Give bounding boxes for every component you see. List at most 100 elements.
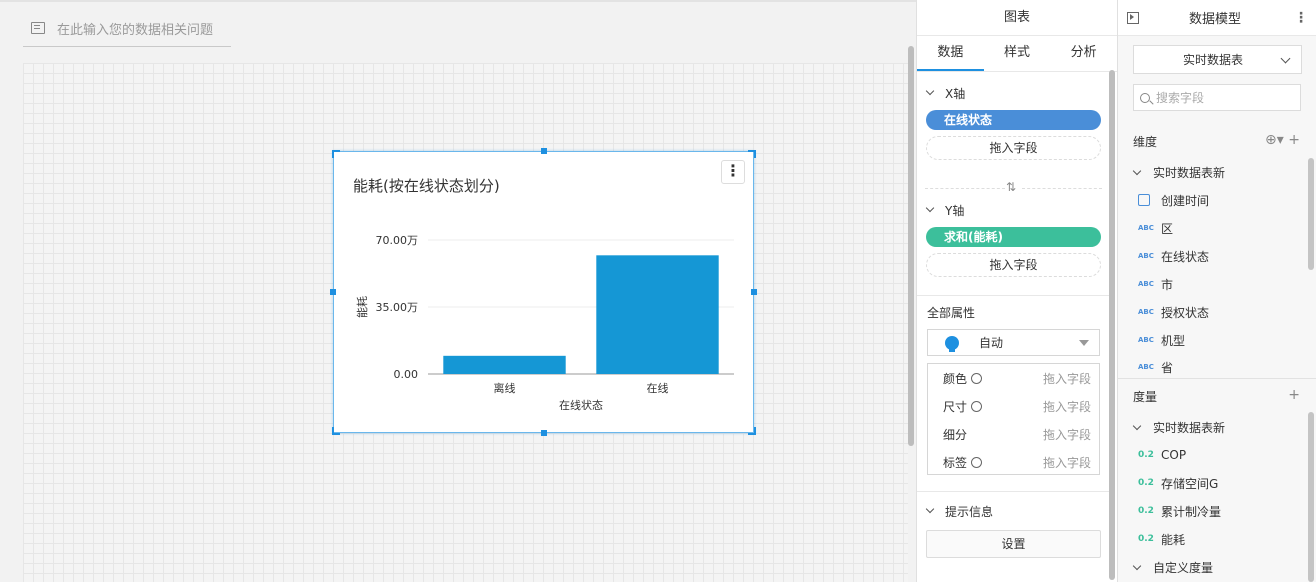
prop-drop-hint[interactable]: 拖入字段 bbox=[1043, 454, 1091, 471]
prop-drop-hint[interactable]: 拖入字段 bbox=[1043, 426, 1091, 443]
add-icon[interactable]: + bbox=[1288, 387, 1300, 403]
section-divider bbox=[917, 295, 1109, 296]
prop-drop-hint[interactable]: 拖入字段 bbox=[1043, 398, 1091, 415]
canvas-area: 在此输入您的数据相关问题 能耗(按在线状态划分) ⋮ 0.00 35.00万 70.… bbox=[0, 0, 916, 582]
corner-handle[interactable] bbox=[748, 150, 756, 158]
section-divider bbox=[917, 491, 1109, 492]
gear-icon[interactable] bbox=[971, 456, 983, 468]
text-type-icon: ABC bbox=[1138, 252, 1154, 260]
x-tick-label: 在线 bbox=[647, 381, 669, 395]
tooltip-settings-button[interactable]: 设置 bbox=[926, 530, 1101, 558]
resize-handle[interactable] bbox=[751, 289, 757, 295]
x-axis-drop-zone[interactable]: 拖入字段 bbox=[926, 136, 1101, 160]
x-axis-field-pill[interactable]: 在线状态 bbox=[926, 110, 1101, 130]
number-type-icon: 0.2 bbox=[1138, 450, 1154, 460]
gear-icon[interactable] bbox=[971, 372, 983, 384]
dimensions-header: 维度 ⊕▾ + bbox=[1118, 131, 1310, 151]
swap-vertical-icon[interactable]: ⇅ bbox=[1006, 180, 1016, 194]
prop-row-label[interactable]: 标签 拖入字段 bbox=[928, 448, 1099, 476]
bar bbox=[596, 255, 719, 374]
all-properties-label: 全部属性 bbox=[927, 306, 976, 320]
properties-box: 颜色 拖入字段 尺寸 拖入字段 细分 拖入字段 标签 拖入字段 bbox=[927, 363, 1100, 475]
chart-card[interactable]: 能耗(按在线状态划分) ⋮ 0.00 35.00万 70.00万 离线 在线 在线状态 能耗 bbox=[330, 148, 757, 436]
y-axis-field-pill[interactable]: 求和(能耗) bbox=[926, 227, 1101, 247]
tooltip-header[interactable]: 提示信息 bbox=[917, 500, 1109, 522]
y-axis-drop-zone[interactable]: 拖入字段 bbox=[926, 253, 1101, 277]
tab-style[interactable]: 样式 bbox=[984, 36, 1051, 71]
x-axis-label: X轴 bbox=[945, 86, 966, 101]
divider-line bbox=[1022, 188, 1102, 189]
x-axis-title: 在线状态 bbox=[559, 398, 603, 412]
lightbulb-icon bbox=[945, 335, 959, 352]
table-select[interactable]: 实时数据表 bbox=[1133, 45, 1302, 74]
measure-group-custom[interactable]: 自定义度量 bbox=[1132, 559, 1214, 576]
field-name: 授权状态 bbox=[1161, 305, 1210, 320]
field-item[interactable]: ABC 省 bbox=[1138, 358, 1173, 376]
field-item[interactable]: 0.2 累计制冷量 bbox=[1138, 501, 1221, 521]
question-placeholder[interactable]: 在此输入您的数据相关问题 bbox=[57, 19, 213, 38]
panel-title: 图表 bbox=[917, 0, 1117, 36]
corner-handle[interactable] bbox=[332, 150, 340, 158]
bar bbox=[443, 355, 566, 374]
y-axis-header[interactable]: Y轴 bbox=[917, 199, 1109, 221]
prop-row-detail[interactable]: 细分 拖入字段 bbox=[928, 420, 1099, 448]
corner-handle[interactable] bbox=[748, 427, 756, 435]
question-bar[interactable]: 在此输入您的数据相关问题 bbox=[23, 10, 231, 47]
field-name: 区 bbox=[1161, 221, 1174, 236]
field-item[interactable]: ABC 授权状态 bbox=[1138, 302, 1209, 322]
field-search-input[interactable] bbox=[1156, 90, 1286, 105]
chart-config-panel: 图表 数据 样式 分析 X轴 在线状态 拖入字段 ⇅ Y轴 求和(能耗) 拖入字… bbox=[916, 0, 1117, 582]
search-icon bbox=[1140, 92, 1150, 103]
tooltip-section: 提示信息 设置 bbox=[917, 500, 1109, 558]
dimension-tools-icon[interactable]: ⊕▾ + bbox=[1265, 132, 1300, 148]
resize-handle[interactable] bbox=[540, 430, 547, 436]
more-vertical-icon[interactable]: ⋮ bbox=[1294, 10, 1308, 26]
field-name: 创建时间 bbox=[1161, 193, 1210, 208]
prop-label: 标签 bbox=[943, 455, 968, 470]
tab-data[interactable]: 数据 bbox=[917, 36, 984, 71]
canvas-scrollbar[interactable] bbox=[908, 46, 914, 446]
field-search[interactable] bbox=[1133, 84, 1301, 111]
field-item[interactable]: ABC 机型 bbox=[1138, 330, 1185, 350]
tab-analysis[interactable]: 分析 bbox=[1050, 36, 1117, 71]
tooltip-label: 提示信息 bbox=[945, 504, 994, 519]
chevron-down-icon bbox=[1280, 53, 1291, 64]
field-name: 累计制冷量 bbox=[1161, 504, 1222, 519]
all-properties-section: 全部属性 自动 颜色 拖入字段 尺寸 拖入字段 细分 拖入字段 标签 拖入字段 bbox=[917, 304, 1109, 475]
x-axis-section: X轴 在线状态 拖入字段 bbox=[917, 82, 1109, 160]
x-axis-header[interactable]: X轴 bbox=[917, 82, 1109, 104]
text-type-icon: ABC bbox=[1138, 363, 1154, 371]
chevron-down-icon bbox=[1132, 561, 1142, 570]
calendar-icon bbox=[1138, 194, 1150, 206]
resize-handle[interactable] bbox=[540, 148, 547, 154]
gear-icon[interactable] bbox=[971, 400, 983, 412]
field-item[interactable]: 创建时间 bbox=[1138, 190, 1209, 210]
field-item[interactable]: 0.2 COP bbox=[1138, 445, 1186, 465]
collapse-panel-icon[interactable] bbox=[1127, 11, 1139, 24]
field-item[interactable]: 0.2 存储空间G bbox=[1138, 473, 1218, 493]
field-item[interactable]: 0.2 能耗 bbox=[1138, 529, 1185, 549]
config-scrollbar[interactable] bbox=[1109, 70, 1115, 580]
chat-icon bbox=[31, 22, 45, 34]
corner-handle[interactable] bbox=[332, 427, 340, 435]
dimensions-scrollbar[interactable] bbox=[1308, 158, 1314, 270]
prop-row-size[interactable]: 尺寸 拖入字段 bbox=[928, 392, 1099, 420]
y-tick-label: 35.00万 bbox=[376, 301, 419, 314]
dimension-group[interactable]: 实时数据表新 bbox=[1132, 164, 1225, 181]
field-item[interactable]: ABC 市 bbox=[1138, 274, 1173, 294]
measures-scrollbar[interactable] bbox=[1308, 412, 1314, 582]
prop-drop-hint[interactable]: 拖入字段 bbox=[1043, 370, 1091, 387]
swap-axes[interactable]: ⇅ bbox=[917, 180, 1109, 196]
table-select-value: 实时数据表 bbox=[1183, 53, 1244, 67]
resize-handle[interactable] bbox=[330, 289, 336, 295]
field-item[interactable]: ABC 在线状态 bbox=[1138, 246, 1209, 266]
group-label: 自定义度量 bbox=[1153, 561, 1214, 575]
field-name: 省 bbox=[1161, 360, 1174, 375]
field-item[interactable]: ABC 区 bbox=[1138, 218, 1173, 238]
field-name: 能耗 bbox=[1161, 532, 1186, 547]
number-type-icon: 0.2 bbox=[1138, 534, 1154, 544]
measure-group[interactable]: 实时数据表新 bbox=[1132, 419, 1226, 436]
mark-type-select[interactable]: 自动 bbox=[927, 329, 1100, 356]
group-label: 实时数据表新 bbox=[1153, 421, 1226, 435]
prop-row-color[interactable]: 颜色 拖入字段 bbox=[928, 364, 1099, 392]
